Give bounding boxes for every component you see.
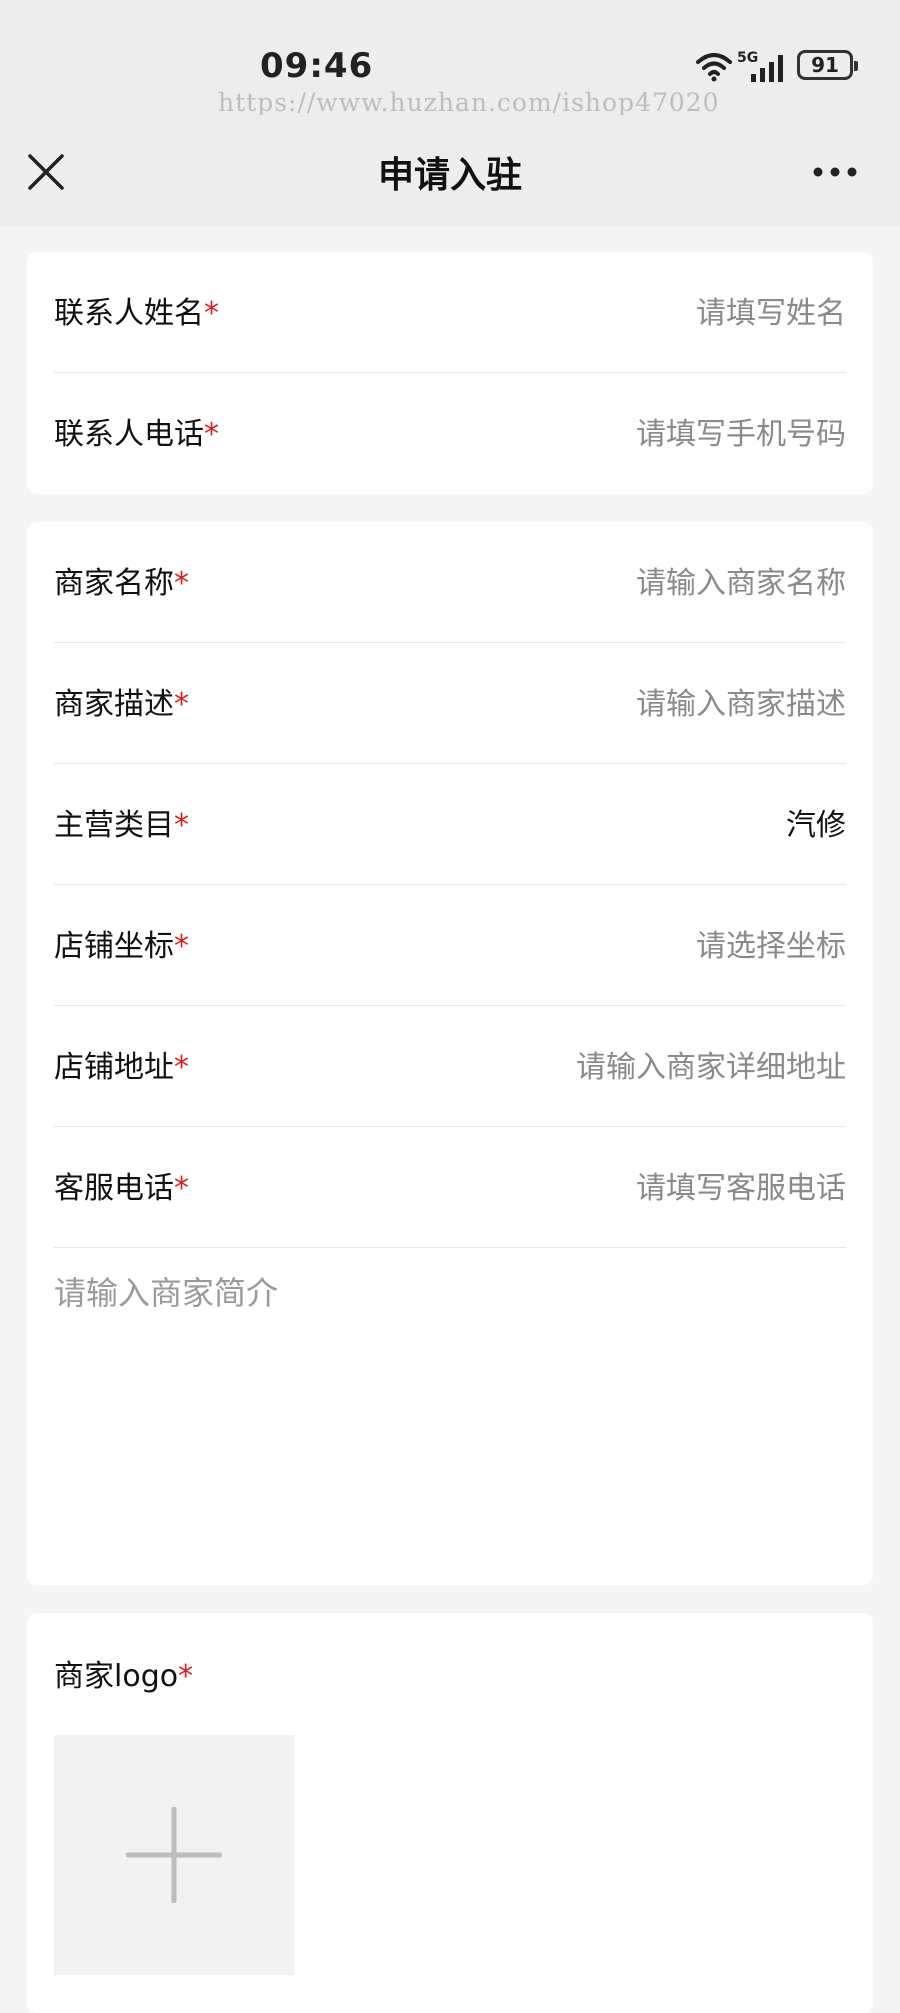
logo-upload-button[interactable] <box>54 1735 294 1975</box>
wifi-icon <box>696 53 732 82</box>
merchant-desc-row[interactable]: 商家描述* 请输入商家描述 <box>54 643 846 764</box>
contact-card: 联系人姓名* 请填写姓名 联系人电话* 请填写手机号码 <box>27 252 873 494</box>
status-time: 09:46 <box>260 46 374 86</box>
store-address-row[interactable]: 店铺地址* 请输入商家详细地址 <box>54 1006 846 1127</box>
store-coordinate-row[interactable]: 店铺坐标* 请选择坐标 <box>54 885 846 1006</box>
contact-phone-row[interactable]: 联系人电话* 请填写手机号码 <box>54 373 846 494</box>
main-category-select[interactable]: 汽修 <box>786 800 846 844</box>
field-label: 店铺坐标* <box>54 929 189 964</box>
service-phone-row[interactable]: 客服电话* 请填写客服电话 <box>54 1127 846 1248</box>
merchant-card: 商家名称* 请输入商家名称 商家描述* 请输入商家描述 主营类目* 汽修 店铺坐… <box>27 522 873 1585</box>
field-label: 联系人电话* <box>54 417 219 452</box>
field-label: 商家名称* <box>54 566 189 601</box>
merchant-intro-textarea[interactable]: 请输入商家简介 <box>27 1248 873 1585</box>
page-title: 申请入驻 <box>377 155 522 196</box>
contact-name-input[interactable]: 请填写姓名 <box>696 288 846 332</box>
store-coordinate-picker[interactable]: 请选择坐标 <box>696 921 846 965</box>
logo-label: 商家logo* <box>54 1659 194 1694</box>
plus-icon <box>126 1807 222 1903</box>
field-label: 店铺地址* <box>54 1050 189 1085</box>
status-bar: 09:46 https://www.huzhan.com/ishop47020 … <box>0 0 900 117</box>
merchant-name-row[interactable]: 商家名称* 请输入商家名称 <box>54 522 846 643</box>
contact-phone-input[interactable]: 请填写手机号码 <box>636 409 846 453</box>
store-address-input[interactable]: 请输入商家详细地址 <box>576 1042 846 1086</box>
merchant-desc-input[interactable]: 请输入商家描述 <box>636 679 846 723</box>
battery-indicator: 91 <box>797 50 858 80</box>
field-label: 主营类目* <box>54 808 189 843</box>
merchant-name-input[interactable]: 请输入商家名称 <box>636 558 846 602</box>
intro-placeholder: 请输入商家简介 <box>54 1274 279 1312</box>
field-label: 联系人姓名* <box>54 296 219 331</box>
logo-card: 商家logo* <box>27 1613 873 2013</box>
watermark: https://www.huzhan.com/ishop47020 <box>218 88 720 117</box>
contact-name-row[interactable]: 联系人姓名* 请填写姓名 <box>54 252 846 373</box>
field-label: 客服电话* <box>54 1171 189 1206</box>
signal-icon <box>751 55 783 82</box>
field-label: 商家描述* <box>54 687 189 722</box>
main-category-row[interactable]: 主营类目* 汽修 <box>54 764 846 885</box>
service-phone-input[interactable]: 请填写客服电话 <box>636 1163 846 1207</box>
more-icon[interactable] <box>812 160 858 184</box>
